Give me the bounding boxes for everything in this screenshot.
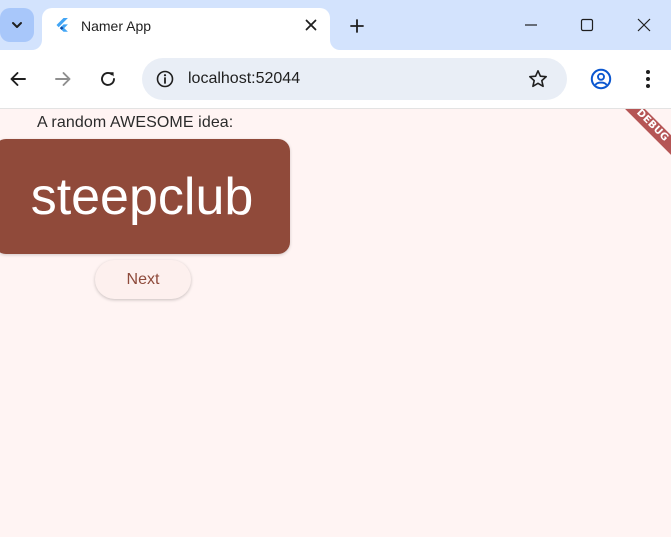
- site-info-button[interactable]: [150, 64, 180, 94]
- arrow-right-icon: [55, 72, 71, 86]
- tab-namer-app[interactable]: Namer App: [42, 8, 330, 50]
- maximize-button[interactable]: [564, 8, 610, 42]
- minimize-icon: [525, 24, 537, 26]
- address-bar[interactable]: localhost:52044: [142, 58, 567, 100]
- minimize-button[interactable]: [508, 8, 554, 42]
- tab-close-button[interactable]: [300, 14, 322, 36]
- browser-menu-button[interactable]: [633, 64, 663, 94]
- flutter-logo-icon: [56, 18, 68, 32]
- next-button[interactable]: Next: [95, 260, 191, 299]
- reload-button[interactable]: [93, 64, 123, 94]
- tab-title: Namer App: [81, 18, 152, 34]
- maximize-icon: [580, 18, 594, 32]
- window-close-button[interactable]: [621, 8, 667, 42]
- forward-button[interactable]: [48, 64, 78, 94]
- debug-banner: DEBUG: [604, 109, 671, 174]
- chevron-down-icon: [12, 22, 22, 28]
- info-icon: [156, 70, 174, 88]
- profile-button[interactable]: [586, 64, 616, 94]
- idea-caption: A random AWESOME idea:: [37, 114, 234, 131]
- close-icon: [305, 19, 317, 31]
- browser-window: Namer App localhost:52044 A random AWESO…: [0, 0, 671, 537]
- profile-icon: [590, 68, 612, 90]
- browser-toolbar: localhost:52044: [0, 50, 671, 108]
- tab-search-button[interactable]: [0, 8, 34, 42]
- tab-strip: Namer App: [0, 0, 671, 50]
- page-viewport: A random AWESOME idea: steepclub Next DE…: [0, 109, 671, 537]
- star-icon: [529, 70, 547, 88]
- reload-icon: [101, 72, 115, 86]
- plus-icon: [350, 19, 364, 33]
- arrow-left-icon: [10, 72, 26, 86]
- url-text[interactable]: localhost:52044: [188, 69, 300, 89]
- close-icon: [637, 18, 651, 32]
- new-tab-button[interactable]: [343, 12, 371, 40]
- word-pair-card: steepclub: [0, 139, 290, 254]
- more-vert-icon: [646, 70, 650, 88]
- bookmark-button[interactable]: [523, 64, 553, 94]
- word-pair-text: steepclub: [30, 167, 254, 226]
- back-button[interactable]: [3, 64, 33, 94]
